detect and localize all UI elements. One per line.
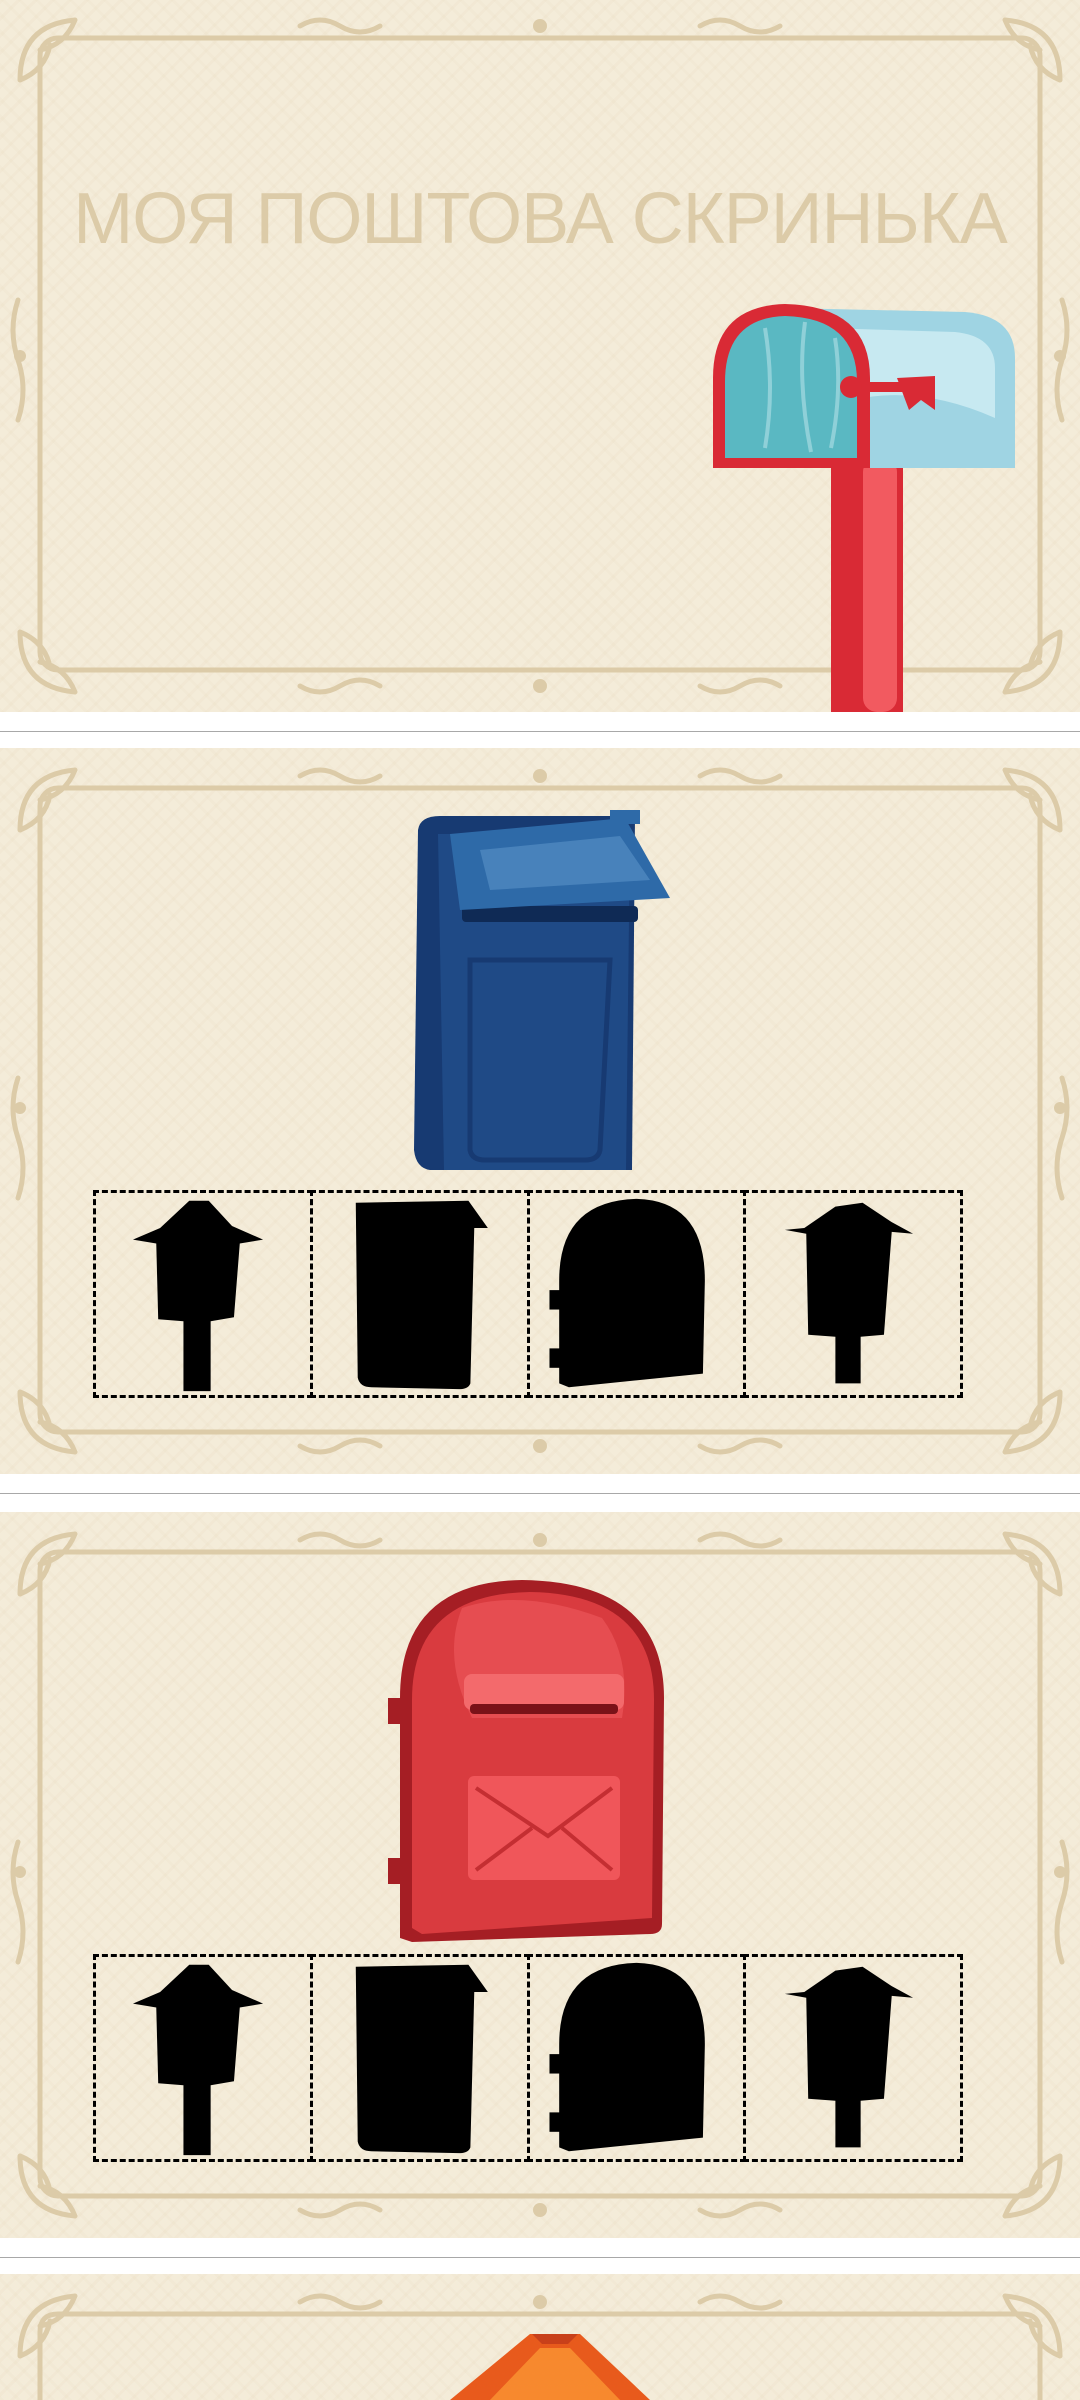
arched-mailbox-silhouette-icon bbox=[548, 1198, 705, 1388]
puzzle-slide-blue bbox=[0, 748, 1080, 1474]
puzzle-slide-red bbox=[0, 1512, 1080, 2238]
pole-mailbox-silhouette-icon bbox=[785, 1966, 914, 2148]
option-wall-mailbox[interactable] bbox=[309, 1954, 530, 2162]
option-pole-mailbox[interactable] bbox=[743, 1190, 963, 1398]
puzzle-slide-orange bbox=[0, 2274, 1080, 2400]
option-post-mailbox[interactable] bbox=[93, 1954, 313, 2162]
option-arched-mailbox[interactable] bbox=[526, 1190, 747, 1398]
arched-mailbox-silhouette-icon bbox=[548, 1962, 705, 2152]
wall-mailbox-silhouette-icon bbox=[355, 1200, 488, 1390]
pole-mailbox-silhouette-icon bbox=[785, 1202, 914, 1384]
silhouette-options bbox=[93, 1190, 963, 1398]
blue-mailbox-illustration[interactable] bbox=[400, 810, 675, 1176]
page-separator bbox=[0, 1493, 1080, 1494]
option-post-mailbox[interactable] bbox=[93, 1190, 313, 1398]
option-arched-mailbox[interactable] bbox=[526, 1954, 747, 2162]
page-title: МОЯ ПОШТОВА СКРИНЬКА bbox=[73, 179, 1007, 259]
silhouette-options bbox=[93, 1954, 963, 2162]
red-mailbox-illustration[interactable] bbox=[372, 1578, 664, 1946]
post-mailbox-silhouette-icon bbox=[132, 1964, 264, 2156]
post-mailbox-silhouette-icon bbox=[132, 1200, 264, 1392]
page-separator bbox=[0, 731, 1080, 732]
option-pole-mailbox[interactable] bbox=[743, 1954, 963, 2162]
teal-mailbox-illustration[interactable] bbox=[705, 298, 1025, 712]
wall-mailbox-silhouette-icon bbox=[355, 1964, 488, 2154]
option-wall-mailbox[interactable] bbox=[309, 1190, 530, 1398]
cover-slide: МОЯ ПОШТОВА СКРИНЬКА bbox=[0, 0, 1080, 712]
page-separator bbox=[0, 2257, 1080, 2258]
orange-mailbox-illustration[interactable] bbox=[450, 2334, 650, 2400]
